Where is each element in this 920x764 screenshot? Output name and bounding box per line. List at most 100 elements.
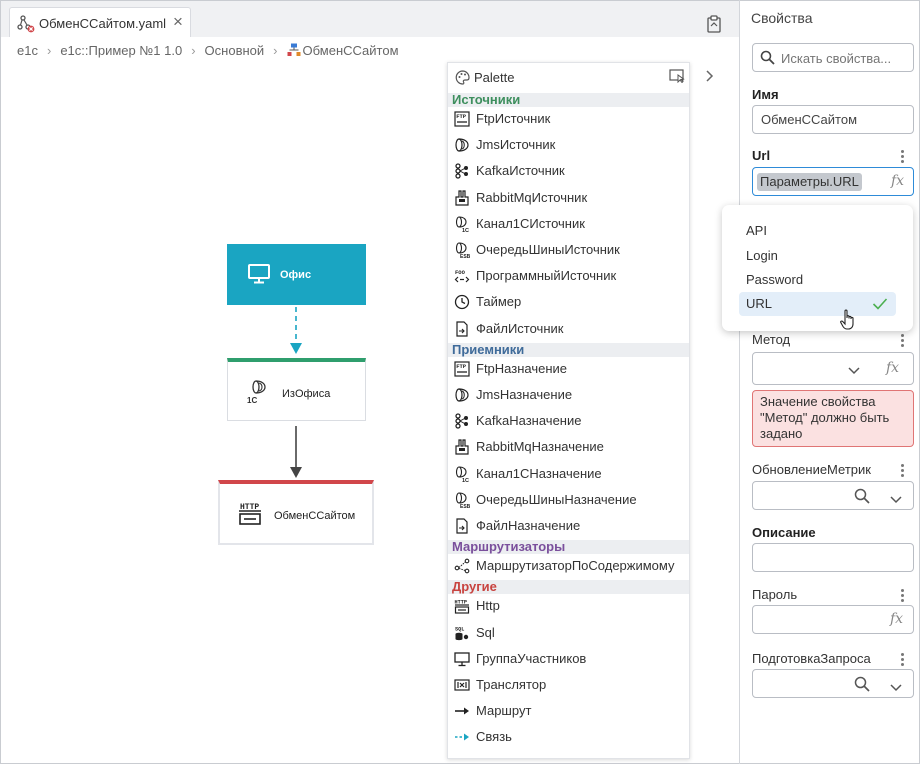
palette-item[interactable]: FTP FtpИсточник [448,106,689,132]
palette-item-label: FtpИсточник [476,111,551,126]
palette-item-label: Маршрут [476,703,532,719]
search-input[interactable] [781,49,911,67]
metrics-select[interactable] [752,481,914,510]
more-vertical-icon[interactable] [901,150,905,165]
palette-item[interactable]: ГруппаУчастников [448,646,689,672]
palette-item[interactable]: KafkaНазначение [448,408,689,434]
dropdown-item[interactable]: Password [746,272,803,287]
url-field[interactable]: Параметры.URL fx [752,167,914,196]
palette-item-label: KafkaНазначение [476,413,582,429]
palette-section-header: Приемники [448,342,689,357]
palette-item[interactable]: RabbitMqНазначение [448,434,689,460]
chevron-down-icon[interactable] [848,363,860,378]
chevron-down-icon[interactable] [890,492,902,507]
palette-item-label: Канал1СИсточник [476,215,585,231]
more-vertical-icon[interactable] [901,334,905,349]
dropdown-item[interactable]: Login [746,248,778,263]
method-select[interactable]: fx [752,352,914,385]
palette-item[interactable]: ФайлНазначение [448,513,689,539]
channel-1c-icon: 1C [454,216,470,234]
password-field[interactable]: fx [752,605,914,634]
svg-text:ESB: ESB [460,254,470,258]
palette-item[interactable]: RabbitMqИсточник [448,185,689,211]
palette-section-header: Маршрутизаторы [448,540,689,555]
svg-text:1C: 1C [462,228,469,232]
file-icon [454,518,470,534]
search-icon[interactable] [854,488,870,507]
request-prep-select[interactable] [752,669,914,698]
svg-text:FTP: FTP [456,363,467,370]
palette-item[interactable]: МаршрутизаторПоСодержимому [448,553,689,579]
palette-item[interactable]: 1C Канал1СНазначение [448,461,689,487]
palette-item-label: Таймер [476,294,522,310]
palette-item-label: RabbitMqИсточник [476,189,588,205]
palette-item[interactable]: Связь [448,724,689,750]
palette-item-label: RabbitMqНазначение [476,439,604,455]
palette-item[interactable]: ФайлИсточник [448,316,689,342]
name-field[interactable]: ОбменССайтом [752,105,914,134]
palette-section-header: Другие [448,580,689,595]
arrow-right-icon [454,703,470,719]
method-label: Метод [752,332,791,347]
request-prep-label: ПодготовкаЗапроса [752,651,871,666]
palette-item-label: ОчередьШиныНазначение [476,491,637,507]
palette-item-label: JmsИсточник [476,137,556,153]
palette-item-label: Канал1СНазначение [476,465,602,481]
more-vertical-icon[interactable] [901,653,905,668]
kafka-icon [454,163,470,180]
validation-error: Значение свойства "Метод" должно быть за… [752,390,914,447]
fx-icon[interactable]: fx [890,611,903,627]
fx-icon[interactable]: fx [886,360,899,376]
palette-item[interactable]: JmsИсточник [448,132,689,158]
url-suggestion-dropdown: API Login Password URL [722,205,913,331]
palette-item[interactable]: 1C Канал1СИсточник [448,211,689,237]
url-value: Параметры.URL [757,173,862,191]
check-icon [872,297,888,314]
ftp-icon: FTP [454,361,470,377]
clock-icon [454,294,470,310]
svg-text:FTP: FTP [456,113,467,120]
palette-item[interactable]: ESB ОчередьШиныИсточник [448,237,689,263]
chevron-down-icon[interactable] [890,680,902,695]
pointer-window-icon[interactable] [669,69,685,86]
palette-item[interactable]: KafkaИсточник [448,158,689,184]
route-arrowhead [290,467,302,478]
palette-item[interactable]: HTTP Http [448,593,689,619]
link-arrowhead [290,343,302,354]
diagram-node-site-exchange[interactable]: HTTP ОбменССайтом [218,480,374,545]
palette-item-label: ФайлИсточник [476,320,564,336]
palette-item[interactable]: Таймер [448,289,689,315]
more-vertical-icon[interactable] [901,589,905,604]
palette-title: Palette [474,70,515,85]
palette-item[interactable]: ESB ОчередьШиныНазначение [448,487,689,513]
palette-item-label: МаршрутизаторПоСодержимому [476,558,675,574]
diagram-node-from-office[interactable]: 1C ИзОфиса [227,358,366,421]
dropdown-item-selected[interactable]: URL [746,296,772,311]
palette-item-label: ПрограммныйИсточник [476,268,617,284]
dropdown-item[interactable]: API [746,223,767,238]
rabbitmq-icon [454,439,470,455]
fx-icon[interactable]: fx [891,173,904,189]
diagram-node-office[interactable]: Офис [227,244,366,305]
palette-item-label: KafkaИсточник [476,163,565,179]
palette-item[interactable]: FTP FtpНазначение [448,356,689,382]
more-vertical-icon[interactable] [901,464,905,479]
palette-item[interactable]: JmsНазначение [448,382,689,408]
properties-title: Свойства [751,10,813,26]
jms-icon [454,387,470,403]
esb-queue-icon: ESB [454,492,471,510]
palette-item[interactable]: FOO ПрограммныйИсточник [448,263,689,289]
palette-item-label: FtpНазначение [476,360,568,376]
palette-item[interactable]: Транслятор [448,672,689,698]
description-field[interactable] [752,543,914,572]
name-value: ОбменССайтом [761,112,858,127]
description-label: Описание [752,525,816,540]
palette-item[interactable]: Маршрут [448,698,689,724]
svg-text:ESB: ESB [460,504,470,508]
properties-search[interactable] [752,43,914,72]
monitor-icon [454,651,470,667]
search-icon[interactable] [854,676,870,695]
jms-icon [454,137,470,153]
password-label: Пароль [752,587,798,602]
palette-item[interactable]: SQL Sql [448,620,689,646]
